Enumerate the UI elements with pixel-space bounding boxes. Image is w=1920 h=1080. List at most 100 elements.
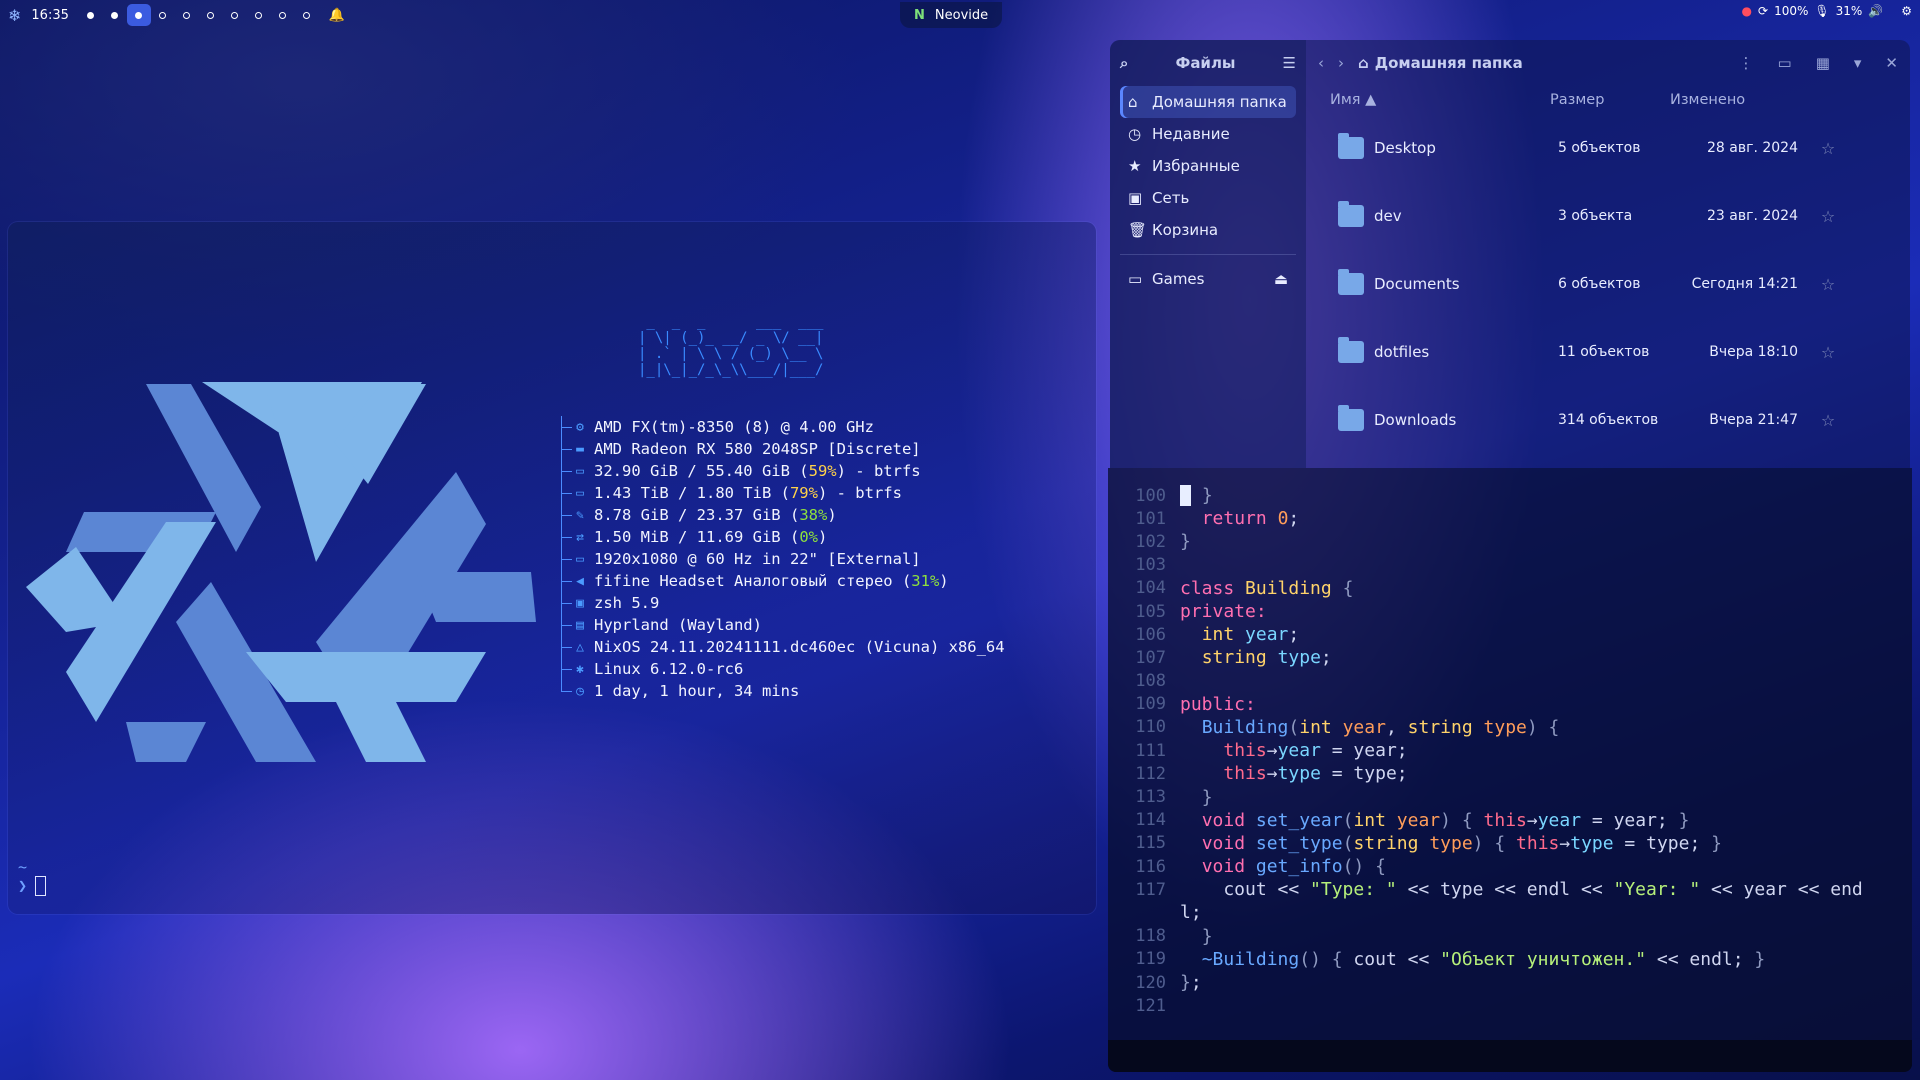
info-suffix: ) bbox=[817, 528, 828, 546]
monitor-icon: ▭ bbox=[576, 551, 584, 567]
workspace-4[interactable] bbox=[151, 4, 175, 26]
workspace-dot bbox=[279, 11, 287, 19]
code-line: 116 void get_info() { bbox=[1108, 855, 1912, 878]
clock-icon: ◷ bbox=[1128, 125, 1142, 143]
trash-icon: 🗑 bbox=[1128, 221, 1148, 239]
file-name: Documents bbox=[1374, 275, 1460, 293]
file-row[interactable]: dev 3 объекта 23 авг. 2024 ☆ bbox=[1306, 182, 1910, 250]
file-list: Desktop 5 объектов 28 авг. 2024 ☆ dev 3 объек… bbox=[1306, 114, 1910, 454]
file-manager-toolbar: ‹ › ⌂ Домашняя папка ⋮ ▭ ▦ ▾ ✕ bbox=[1306, 40, 1910, 86]
gear-icon[interactable]: ⚙ bbox=[1901, 4, 1912, 18]
star-icon[interactable]: ☆ bbox=[1798, 139, 1858, 158]
workspace-dot bbox=[159, 11, 167, 19]
prompt-symbol: ❯ bbox=[18, 876, 28, 895]
info-row: ✎ 8.78 GiB / 23.37 GiB (38%) bbox=[558, 504, 1005, 526]
tree-branch bbox=[558, 548, 572, 570]
column-size[interactable]: Размер bbox=[1550, 92, 1670, 108]
folder-icon bbox=[1338, 269, 1364, 295]
file-row[interactable]: dotfiles 11 объектов Вчера 18:10 ☆ bbox=[1306, 318, 1910, 386]
line-number: 102 bbox=[1135, 531, 1166, 552]
star-icon[interactable]: ☆ bbox=[1798, 207, 1858, 226]
line-source: Building(int year, string type) { bbox=[1201, 716, 1560, 738]
tree-branch bbox=[558, 680, 572, 702]
bell-icon[interactable]: 🔔 bbox=[329, 8, 345, 23]
network-icon: ▣ bbox=[1128, 189, 1143, 207]
mic-icon[interactable]: 🎙 bbox=[1814, 4, 1829, 18]
nixos-snowflake-logo bbox=[26, 382, 536, 762]
sidebar-item-place-2[interactable]: ◷ Недавние bbox=[1120, 118, 1296, 150]
sidebar-item-place-3[interactable]: ★ Избранные bbox=[1120, 150, 1296, 182]
code-line: 117 cout << "Type: " << type << endl << … bbox=[1108, 878, 1912, 901]
code-buffer[interactable]: 100 } 101 return 0; 102} 103 104 class Buildi… bbox=[1108, 484, 1912, 1017]
star-icon[interactable]: ☆ bbox=[1798, 343, 1858, 362]
column-headers: Имя ▲ Размер Изменено bbox=[1306, 86, 1910, 114]
close-icon[interactable]: ✕ bbox=[1885, 54, 1898, 72]
code-line: l; bbox=[1108, 901, 1912, 924]
menu-icon[interactable]: ☰ bbox=[1283, 54, 1296, 72]
sidebar-item-label: Домашняя папка bbox=[1152, 93, 1287, 111]
drive-icon: ▭ bbox=[1128, 270, 1143, 288]
prompt-directory: ~ bbox=[18, 858, 28, 876]
file-name-cell: Desktop bbox=[1306, 133, 1558, 159]
workspace-7[interactable] bbox=[223, 4, 247, 26]
tree-branch bbox=[558, 592, 572, 614]
column-modified[interactable]: Изменено bbox=[1670, 92, 1790, 108]
workspace-dot bbox=[255, 11, 263, 19]
file-manager-window[interactable]: ⌕ Файлы ☰ ⌂ Домашняя папка ◷ Недавние ★ Избра… bbox=[1110, 40, 1910, 468]
workspace-2[interactable] bbox=[103, 4, 127, 26]
grid-view-icon[interactable]: ▦ bbox=[1816, 54, 1830, 72]
workspace-6[interactable] bbox=[199, 4, 223, 26]
search-icon[interactable]: ⌕ bbox=[1120, 54, 1128, 72]
nixos-logo-icon[interactable]: ❄ bbox=[8, 6, 21, 25]
active-app-name: Neovide bbox=[934, 7, 989, 23]
star-icon[interactable]: ☆ bbox=[1798, 275, 1858, 294]
terminal-window[interactable]: _ _ _ ___ ___ | \| (_)_ __/ _ \/ __| | .… bbox=[8, 222, 1096, 914]
workspace-3[interactable] bbox=[126, 4, 151, 26]
workspace-1[interactable] bbox=[79, 4, 103, 26]
info-suffix: ) bbox=[939, 572, 949, 590]
refresh-icon[interactable]: ⟳ bbox=[1758, 4, 1768, 18]
eject-icon[interactable]: ⏏ bbox=[1274, 270, 1288, 288]
line-source: void set_year(int year) { this→year = ye… bbox=[1201, 809, 1690, 831]
workspace-dot bbox=[231, 11, 239, 19]
breadcrumb[interactable]: ⌂ Домашняя папка bbox=[1358, 54, 1523, 72]
neovide-editor-window[interactable]: 100 } 101 return 0; 102} 103 104 class Buildi… bbox=[1108, 468, 1912, 1072]
line-number: 110 bbox=[1135, 717, 1166, 738]
info-row: ⚙ AMD FX(tm)-8350 (8) @ 4.00 GHz bbox=[558, 416, 1005, 438]
file-row[interactable]: Desktop 5 объектов 28 авг. 2024 ☆ bbox=[1306, 114, 1910, 182]
workspace-9[interactable] bbox=[271, 4, 295, 26]
record-icon[interactable]: ● bbox=[1742, 4, 1752, 18]
column-name[interactable]: Имя ▲ bbox=[1306, 92, 1550, 108]
workspace-5[interactable] bbox=[175, 4, 199, 26]
chevron-down-icon[interactable]: ▾ bbox=[1854, 54, 1862, 72]
sidebar-item-label: Недавние bbox=[1152, 125, 1230, 143]
line-number: 120 bbox=[1135, 972, 1166, 993]
sidebar-item-device-1[interactable]: ▭ Games ⏏ bbox=[1120, 263, 1296, 295]
workspace-8[interactable] bbox=[247, 4, 271, 26]
places-list: ⌂ Домашняя папка ◷ Недавние ★ Избранные ▣ Сеть 🗑… bbox=[1110, 86, 1306, 246]
info-text: 8.78 GiB / 23.37 GiB ( bbox=[594, 506, 800, 524]
info-suffix: ) - btrfs bbox=[817, 484, 902, 502]
forward-icon[interactable]: › bbox=[1338, 54, 1344, 72]
info-text: 1.50 MiB / 11.69 GiB ( bbox=[594, 528, 800, 546]
file-size: 11 объектов bbox=[1558, 344, 1650, 360]
code-line: 104 class Building { bbox=[1108, 577, 1912, 600]
line-source: string type; bbox=[1201, 647, 1332, 669]
star-icon[interactable]: ☆ bbox=[1798, 411, 1858, 430]
shell-prompt[interactable]: ~ ❯ bbox=[18, 858, 47, 896]
speaker-icon[interactable]: 🔊 bbox=[1868, 4, 1883, 18]
sidebar-item-place-1[interactable]: ⌂ Домашняя папка bbox=[1120, 86, 1296, 118]
cpu-icon: ⚙ bbox=[576, 419, 584, 435]
workspace-10[interactable] bbox=[295, 4, 319, 26]
file-row[interactable]: Documents 6 объектов Сегодня 14:21 ☆ bbox=[1306, 250, 1910, 318]
breadcrumb-label: Домашняя папка bbox=[1374, 54, 1523, 72]
sidebar-item-place-5[interactable]: 🗑 Корзина bbox=[1120, 214, 1296, 246]
fastfetch-info-list: ⚙ AMD FX(tm)-8350 (8) @ 4.00 GHz ▬ AMD Rade… bbox=[558, 416, 1005, 702]
code-line: 119 ~Building() { cout << "Объект уничто… bbox=[1108, 948, 1912, 971]
new-folder-icon[interactable]: ▭ bbox=[1778, 54, 1792, 72]
sidebar-item-place-4[interactable]: ▣ Сеть bbox=[1120, 182, 1296, 214]
line-number: 112 bbox=[1135, 763, 1166, 784]
more-options-icon[interactable]: ⋮ bbox=[1739, 54, 1754, 72]
back-icon[interactable]: ‹ bbox=[1318, 54, 1324, 72]
file-row[interactable]: Downloads 314 объектов Вчера 21:47 ☆ bbox=[1306, 386, 1910, 454]
